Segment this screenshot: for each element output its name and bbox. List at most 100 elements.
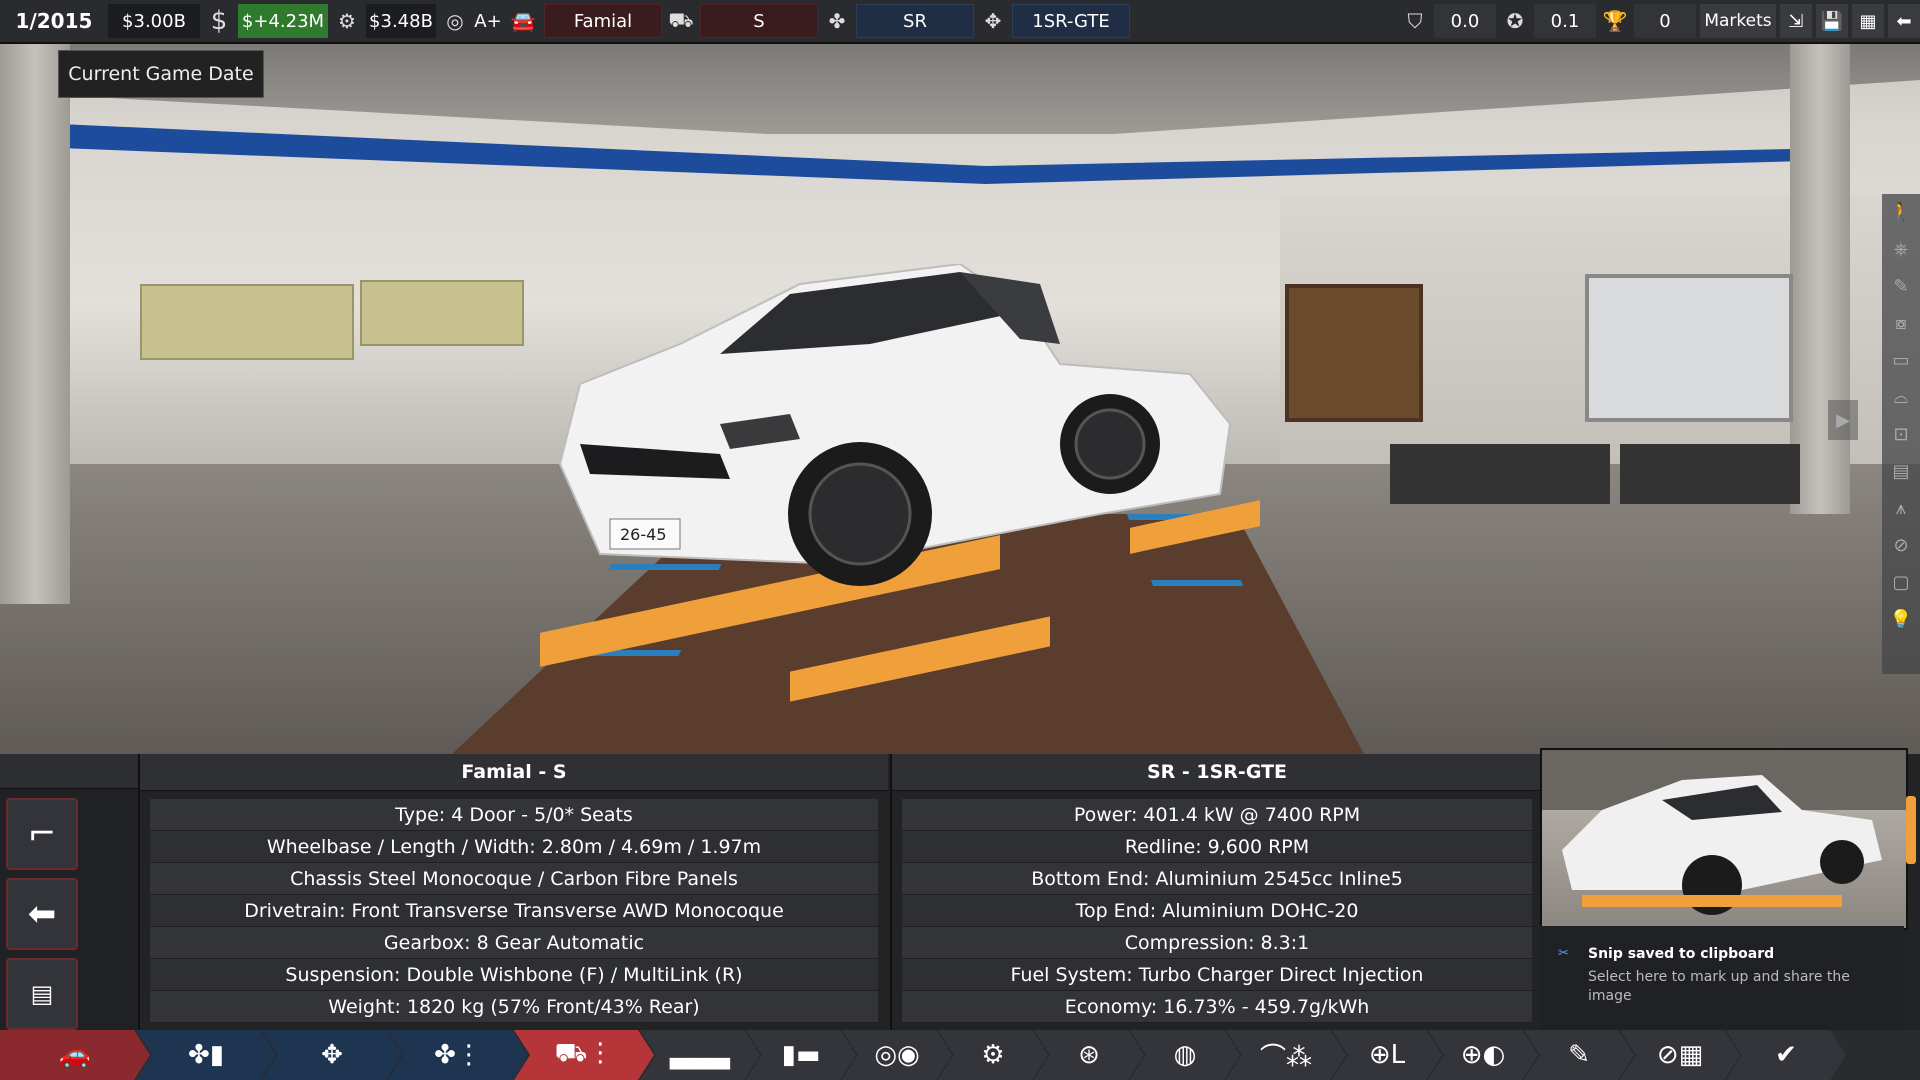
export-icon[interactable]: ⇲ xyxy=(1780,4,1812,38)
car-summary: Famial - S Type: 4 Door - 5/0* Seats Whe… xyxy=(140,754,888,1030)
brake-icon: ◍ xyxy=(1173,1040,1197,1070)
money-balance: $3.00B xyxy=(108,4,200,38)
engine-redline-row: Redline: 9,600 RPM xyxy=(902,831,1532,863)
camera-options-strip: 🚶 ⎈ ✎ ⧇ ▭ ⌓ ⊡ ▤ ⩚ ⊘ ▢ 💡 xyxy=(1882,194,1920,674)
shield-icon[interactable]: ⛉ xyxy=(1400,4,1430,38)
garage-scene[interactable]: 26-45 ▶ 🚶 ⎈ ✎ ⧇ ▭ ⌓ ⊡ ▤ ⩚ ⊘ ▢ 💡 xyxy=(0,44,1920,754)
grille-icon[interactable]: ▤ xyxy=(1882,453,1920,490)
loan-icon[interactable]: ⚙ xyxy=(332,4,362,38)
xp-report-button[interactable]: ▤ xyxy=(6,958,78,1030)
trim-selector[interactable]: S xyxy=(700,4,818,38)
back-button[interactable]: ⬅ xyxy=(6,878,78,950)
tab-engine-variant[interactable]: ✤⋮ xyxy=(388,1030,528,1080)
markets-button[interactable]: Markets xyxy=(1700,4,1776,38)
engine-top-end-row: Top End: Aluminium DOHC-20 xyxy=(902,895,1532,927)
tab-car-model[interactable]: 🚗 xyxy=(0,1030,150,1080)
paint-icon: ✎ xyxy=(1568,1040,1590,1070)
credit-rating-icon[interactable]: ◎ xyxy=(440,4,470,38)
snip-icon: ✂ xyxy=(1558,946,1569,961)
suspension-icon: ◎◉ xyxy=(874,1040,920,1070)
stat-a-value: 0.0 xyxy=(1434,4,1496,38)
chassis-icon: ▮▬ xyxy=(781,1040,821,1070)
save-icon[interactable]: 💾 xyxy=(1816,4,1848,38)
tab-drivetrain[interactable]: ⚙ xyxy=(938,1030,1048,1080)
engine-economy-row: Economy: 16.73% - 459.7g/kWh xyxy=(902,991,1532,1023)
person-icon[interactable]: 🚶 xyxy=(1882,194,1920,231)
trim-icon[interactable]: ⛟ xyxy=(666,4,696,38)
office-desk-1 xyxy=(1390,444,1610,504)
engine-family-icon[interactable]: ✤ xyxy=(822,4,852,38)
scene-expand-arrow[interactable]: ▶ xyxy=(1828,400,1858,440)
calculator-icon[interactable]: ▦ xyxy=(1852,4,1884,38)
frame-icon[interactable]: ▢ xyxy=(1882,564,1920,601)
back-arrow-icon[interactable]: ⬅ xyxy=(1888,4,1920,38)
office-desk-2 xyxy=(1620,444,1800,504)
body-icon[interactable]: ⌓ xyxy=(1882,379,1920,416)
tool-pegboard-2 xyxy=(360,280,524,346)
engine-family-selector[interactable]: SR xyxy=(856,4,974,38)
tab-engine-model[interactable]: ✥ xyxy=(262,1030,402,1080)
tab-body[interactable]: ▃▃▃ xyxy=(640,1030,760,1080)
tool-pegboard-1 xyxy=(140,284,354,360)
trim-tab-icon: ⛟⋮ xyxy=(554,1038,614,1068)
engine-folder-icon: ✤▮ xyxy=(187,1040,225,1070)
panel-icon[interactable]: ▭ xyxy=(1882,342,1920,379)
engine-summary-rows: Power: 401.4 kW @ 7400 RPM Redline: 9,60… xyxy=(892,791,1542,1023)
car-suspension-row: Suspension: Double Wishbone (F) / MultiL… xyxy=(150,959,878,991)
tab-suspension[interactable]: ◎◉ xyxy=(842,1030,952,1080)
tab-trim[interactable]: ⛟⋮ xyxy=(514,1030,654,1080)
tab-brakes[interactable]: ◍ xyxy=(1130,1030,1240,1080)
tab-wheels[interactable]: ⊛ xyxy=(1034,1030,1144,1080)
wheel-icon[interactable]: ⎈ xyxy=(1882,231,1920,268)
game-date[interactable]: 1/2015 xyxy=(4,4,104,38)
snip-thumbnail[interactable] xyxy=(1540,748,1908,930)
loan-value: $3.48B xyxy=(366,4,436,38)
snip-notification[interactable]: ✂ Snip saved to clipboard Select here to… xyxy=(1540,926,1904,1030)
engine-variant-selector[interactable]: 1SR-GTE xyxy=(1012,4,1130,38)
side-buttons-header xyxy=(0,754,138,789)
panel-scroll-handle[interactable] xyxy=(1906,796,1916,864)
engine-compression-row: Compression: 8.3:1 xyxy=(902,927,1532,959)
tab-finish[interactable]: ✔ xyxy=(1726,1030,1846,1080)
tab-safety[interactable]: ⊕◐ xyxy=(1428,1030,1538,1080)
credit-rating: A+ xyxy=(474,10,502,32)
car-type-row: Type: 4 Door - 5/0* Seats xyxy=(150,799,878,831)
no-entry-icon[interactable]: ⊘ xyxy=(1882,527,1920,564)
lift-icon[interactable]: ⩚ xyxy=(1882,490,1920,527)
safety-icon: ⊕◐ xyxy=(1460,1040,1506,1070)
aero-icon: ⌒⁂ xyxy=(1259,1042,1312,1073)
thumbnail-car-image xyxy=(1542,750,1906,915)
tab-aero[interactable]: ⌒⁂ xyxy=(1226,1030,1346,1080)
tab-interior[interactable]: ⊕L xyxy=(1332,1030,1442,1080)
car-model[interactable]: 26-45 xyxy=(540,264,1240,594)
car-drivetrain-row: Drivetrain: Front Transverse Transverse … xyxy=(150,895,878,927)
tab-chassis[interactable]: ▮▬ xyxy=(746,1030,856,1080)
star-icon[interactable]: ✪ xyxy=(1500,4,1530,38)
bulb-icon[interactable]: 💡 xyxy=(1882,601,1920,638)
snip-notification-body: Select here to mark up and share the ima… xyxy=(1588,969,1850,1004)
engine-icon: ✥ xyxy=(321,1040,343,1070)
tab-engine-family[interactable]: ✤▮ xyxy=(136,1030,276,1080)
engine-power-row: Power: 401.4 kW @ 7400 RPM xyxy=(902,799,1532,831)
wheel-tab-icon: ⊛ xyxy=(1078,1040,1100,1070)
car-model-icon[interactable]: 🚘 xyxy=(506,4,540,38)
trophy-count: 0 xyxy=(1634,4,1696,38)
engine-fuel-system-row: Fuel System: Turbo Charger Direct Inject… xyxy=(902,959,1532,991)
trophy-icon[interactable]: 🏆 xyxy=(1600,4,1630,38)
gear-icon: ⚙ xyxy=(981,1040,1005,1070)
brush-icon[interactable]: ✎ xyxy=(1882,268,1920,305)
axle-icon[interactable]: ⧇ xyxy=(1882,305,1920,342)
car-gearbox-row: Gearbox: 8 Gear Automatic xyxy=(150,927,878,959)
checkmark-icon: ✔ xyxy=(1775,1040,1797,1070)
engine-variant-icon[interactable]: ✥ xyxy=(978,4,1008,38)
engine-view-icon[interactable]: ⊡ xyxy=(1882,416,1920,453)
design-stage-nav: 🚗 ✤▮ ✥ ✤⋮ ⛟⋮ ▃▃▃ ▮▬ ◎◉ ⚙ ⊛ ◍ ⌒⁂ ⊕L ⊕◐ ✎ … xyxy=(0,1030,1920,1080)
model-selector[interactable]: Famial xyxy=(544,4,662,38)
axis-view-button[interactable]: ⌐ xyxy=(6,798,78,870)
car-dimensions-row: Wheelbase / Length / Width: 2.80m / 4.69… xyxy=(150,831,878,863)
dollar-icon[interactable]: $ xyxy=(204,4,234,38)
tab-paint[interactable]: ✎ xyxy=(1524,1030,1634,1080)
tab-testing[interactable]: ⊘▦ xyxy=(1620,1030,1740,1080)
engine-summary-title: SR - 1SR-GTE xyxy=(892,754,1542,791)
stat-b-value: 0.1 xyxy=(1534,4,1596,38)
